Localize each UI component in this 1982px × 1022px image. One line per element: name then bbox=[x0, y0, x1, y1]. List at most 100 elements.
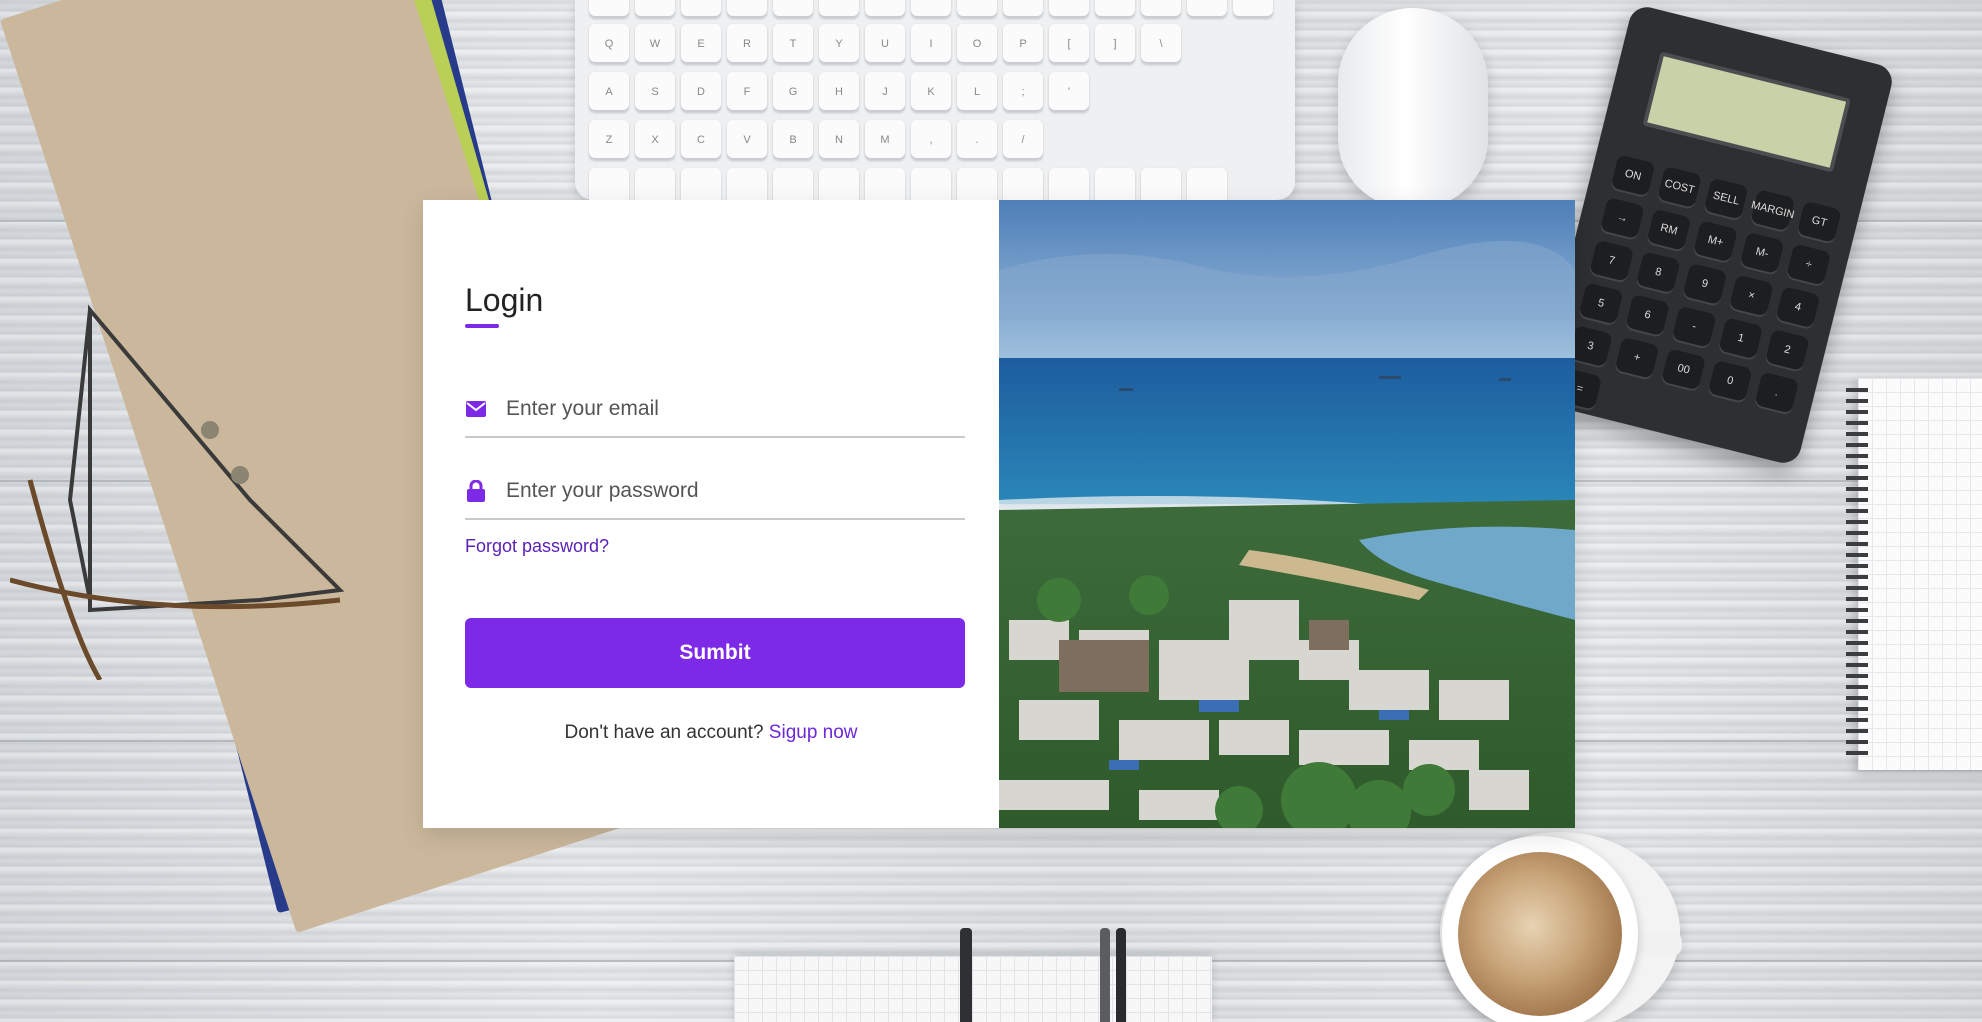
login-title: Login bbox=[465, 282, 544, 318]
spiral-notebook-image bbox=[1846, 378, 1982, 770]
keyboard-key: D bbox=[681, 72, 721, 112]
keyboard-key: ] bbox=[1095, 24, 1135, 64]
keyboard-key bbox=[1003, 0, 1043, 18]
pen-image bbox=[1116, 928, 1126, 1022]
title-underline bbox=[465, 324, 499, 328]
keyboard-key: Y bbox=[819, 24, 859, 64]
keyboard-key bbox=[819, 0, 859, 18]
calculator-key: SELL bbox=[1703, 177, 1749, 220]
calculator-key: COST bbox=[1657, 165, 1703, 209]
eyeglasses-image bbox=[10, 304, 345, 680]
calculator-key: ON bbox=[1610, 154, 1656, 197]
calculator-key: 5 bbox=[1578, 282, 1624, 325]
calculator-key: 00 bbox=[1661, 348, 1707, 391]
keyboard-key: Z bbox=[589, 120, 629, 160]
keyboard-image: Q W E R T Y U I O P[] \ A S D F G H J K L; ' Z X C V B N M,. / bbox=[575, 0, 1295, 208]
calculator-key: + bbox=[1614, 336, 1660, 379]
keyboard-key: ; bbox=[1003, 72, 1043, 112]
calculator-key: 7 bbox=[1589, 239, 1635, 282]
keyboard-key: , bbox=[911, 120, 951, 160]
email-input[interactable] bbox=[506, 397, 946, 421]
keyboard-key: K bbox=[911, 72, 951, 112]
keyboard-key: P bbox=[1003, 24, 1043, 64]
keyboard-key: S bbox=[635, 72, 675, 112]
calculator-key: → bbox=[1599, 196, 1645, 240]
keyboard-key: A bbox=[589, 72, 629, 112]
keyboard-key bbox=[1095, 0, 1135, 18]
city-coast-photo bbox=[999, 200, 1575, 828]
keyboard-key: [ bbox=[1049, 24, 1089, 64]
calculator-key: ÷ bbox=[1786, 243, 1832, 286]
submit-button[interactable]: Sumbit bbox=[465, 618, 965, 688]
keyboard-key: V bbox=[727, 120, 767, 160]
keyboard-key: J bbox=[865, 72, 905, 112]
notebook-spiral bbox=[1846, 388, 1868, 760]
keyboard-key bbox=[1233, 0, 1273, 18]
pen-image bbox=[960, 928, 972, 1022]
calculator-key: 0 bbox=[1707, 359, 1753, 403]
keyboard-key: M bbox=[865, 120, 905, 160]
notebook-bottom-image bbox=[734, 956, 1212, 1022]
keyboard-key: N bbox=[819, 120, 859, 160]
keyboard-key bbox=[773, 0, 813, 18]
mouse-image bbox=[1338, 8, 1488, 208]
lock-icon bbox=[465, 480, 487, 502]
keyboard-key: Q bbox=[589, 24, 629, 64]
keyboard-key: O bbox=[957, 24, 997, 64]
login-card: Login Forgot password? Sumbit bbox=[423, 200, 1575, 828]
keyboard-key: . bbox=[957, 120, 997, 160]
envelope-icon bbox=[465, 398, 487, 420]
keyboard-key: U bbox=[865, 24, 905, 64]
calculator-key: GT bbox=[1796, 200, 1842, 243]
keyboard-key bbox=[727, 0, 767, 18]
calculator-key: 1 bbox=[1718, 317, 1764, 360]
signup-row: Don't have an account? Sigup now bbox=[423, 722, 999, 744]
password-field bbox=[465, 464, 965, 520]
calculator-key: RM bbox=[1646, 208, 1692, 251]
keyboard-key: X bbox=[635, 120, 675, 160]
keyboard-key bbox=[635, 0, 675, 18]
keyboard-key bbox=[865, 0, 905, 18]
keyboard-key: B bbox=[773, 120, 813, 160]
keyboard-key bbox=[589, 0, 629, 18]
keyboard-key bbox=[1141, 0, 1181, 18]
signup-prompt: Don't have an account? bbox=[564, 722, 764, 743]
login-form-panel: Login Forgot password? Sumbit bbox=[423, 200, 999, 828]
keyboard-key bbox=[957, 0, 997, 18]
coffee-cup-handle bbox=[1632, 932, 1682, 956]
calculator-screen bbox=[1642, 51, 1851, 173]
keyboard-key: F bbox=[727, 72, 767, 112]
coffee-surface bbox=[1458, 852, 1622, 1016]
email-field bbox=[465, 382, 965, 438]
keyboard-key bbox=[1049, 0, 1089, 18]
calculator-key: M- bbox=[1739, 231, 1785, 275]
keyboard-key: G bbox=[773, 72, 813, 112]
keyboard-key: H bbox=[819, 72, 859, 112]
keyboard-key: I bbox=[911, 24, 951, 64]
calculator-key: × bbox=[1728, 274, 1774, 317]
keyboard-key bbox=[1187, 0, 1227, 18]
keyboard-key bbox=[681, 0, 721, 18]
signup-link[interactable]: Sigup now bbox=[769, 722, 858, 743]
forgot-password-link[interactable]: Forgot password? bbox=[465, 536, 609, 557]
keyboard-key: T bbox=[773, 24, 813, 64]
keyboard-key bbox=[911, 0, 951, 18]
keyboard-key: R bbox=[727, 24, 767, 64]
calculator-key: 8 bbox=[1635, 251, 1681, 294]
keyboard-key: \ bbox=[1141, 24, 1181, 64]
keyboard-key: C bbox=[681, 120, 721, 160]
calculator-key: - bbox=[1671, 305, 1717, 348]
calculator-key: . bbox=[1754, 371, 1800, 414]
calculator-key: 4 bbox=[1775, 286, 1821, 329]
calculator-key: 6 bbox=[1625, 293, 1671, 337]
calculator-key: 2 bbox=[1764, 328, 1810, 372]
calculator-key: MARGIN bbox=[1750, 189, 1796, 232]
password-input[interactable] bbox=[506, 479, 946, 503]
calculator-key: 9 bbox=[1682, 262, 1728, 306]
keyboard-key: E bbox=[681, 24, 721, 64]
pen-image bbox=[1100, 928, 1110, 1022]
keyboard-key: ' bbox=[1049, 72, 1089, 112]
keyboard-key: L bbox=[957, 72, 997, 112]
calculator-key: M+ bbox=[1692, 220, 1739, 263]
keyboard-key: / bbox=[1003, 120, 1043, 160]
